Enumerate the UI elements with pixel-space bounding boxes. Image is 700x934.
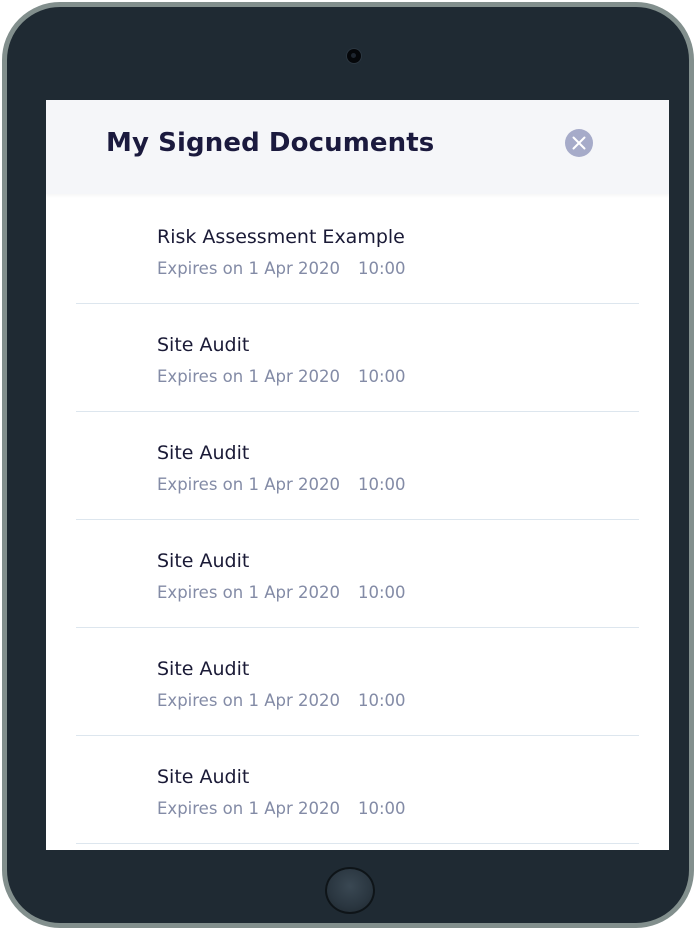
document-expiry: Expires on 1 Apr 2020 10:00 — [157, 581, 406, 605]
expiry-time: 10:00 — [357, 475, 406, 494]
home-button[interactable] — [325, 867, 375, 914]
document-item[interactable]: Site Audit Expires on 1 Apr 2020 10:00 — [76, 736, 639, 844]
close-button[interactable] — [565, 129, 593, 157]
expiry-time: 10:00 — [357, 691, 406, 710]
expiry-time: 10:00 — [357, 367, 406, 386]
expiry-time: 10:00 — [357, 259, 406, 278]
expiry-time: 10:00 — [357, 799, 406, 818]
document-name: Site Audit — [157, 766, 250, 788]
modal-header: My Signed Documents — [46, 100, 669, 194]
expiry-date: Expires on 1 Apr 2020 — [157, 799, 340, 818]
document-expiry: Expires on 1 Apr 2020 10:00 — [157, 365, 406, 389]
document-expiry: Expires on 1 Apr 2020 10:00 — [157, 473, 406, 497]
document-name: Site Audit — [157, 550, 250, 572]
document-item[interactable]: Site Audit Expires on 1 Apr 2020 10:00 — [76, 412, 639, 520]
expiry-date: Expires on 1 Apr 2020 — [157, 475, 340, 494]
expiry-date: Expires on 1 Apr 2020 — [157, 367, 340, 386]
expiry-date: Expires on 1 Apr 2020 — [157, 259, 340, 278]
documents-list: Risk Assessment Example Expires on 1 Apr… — [76, 196, 639, 844]
document-name: Site Audit — [157, 658, 250, 680]
document-name: Site Audit — [157, 334, 250, 356]
close-icon — [572, 136, 586, 150]
document-name: Risk Assessment Example — [157, 226, 405, 248]
tablet-device: My Signed Documents Risk Assessment Exam… — [2, 2, 694, 928]
modal-title: My Signed Documents — [106, 128, 435, 158]
expiry-time: 10:00 — [357, 583, 406, 602]
expiry-date: Expires on 1 Apr 2020 — [157, 583, 340, 602]
document-item[interactable]: Site Audit Expires on 1 Apr 2020 10:00 — [76, 628, 639, 736]
expiry-date: Expires on 1 Apr 2020 — [157, 691, 340, 710]
document-item[interactable]: Site Audit Expires on 1 Apr 2020 10:00 — [76, 304, 639, 412]
document-item[interactable]: Site Audit Expires on 1 Apr 2020 10:00 — [76, 520, 639, 628]
document-expiry: Expires on 1 Apr 2020 10:00 — [157, 257, 406, 281]
document-item[interactable]: Risk Assessment Example Expires on 1 Apr… — [76, 196, 639, 304]
signed-documents-modal: My Signed Documents Risk Assessment Exam… — [46, 100, 669, 850]
camera-icon — [347, 49, 361, 63]
document-expiry: Expires on 1 Apr 2020 10:00 — [157, 797, 406, 821]
document-expiry: Expires on 1 Apr 2020 10:00 — [157, 689, 406, 713]
document-name: Site Audit — [157, 442, 250, 464]
